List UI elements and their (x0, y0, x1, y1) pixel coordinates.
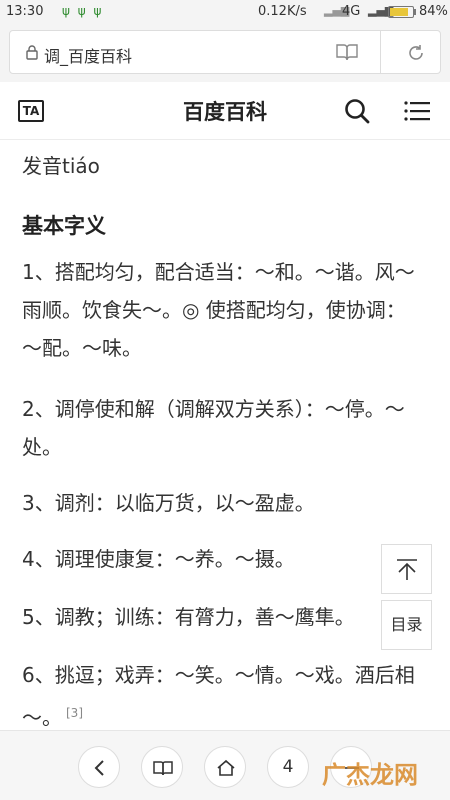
status-time: 13:30 (6, 4, 44, 19)
status-bar: 13:30 ψ ψ ψ 0.12K/s ▂▄▆ 4G ▂▄▆ 84% (0, 0, 450, 24)
definition-item: 5、调教；训练：有膂力，善～鹰隼。 (22, 605, 355, 629)
site-title[interactable]: 百度百科 (0, 96, 450, 126)
section-heading: 基本字义 (22, 214, 106, 238)
chevron-left-icon (94, 760, 104, 776)
network-speed: 0.12K/s (258, 4, 307, 19)
address-bar[interactable]: 调_百度百科 (9, 30, 441, 74)
lock-icon (26, 45, 38, 60)
tabs-button[interactable]: 4 (267, 746, 309, 788)
watermark-logo: 广杰龙网 (322, 761, 418, 789)
battery-tip (414, 9, 416, 15)
network-type: 4G (342, 4, 361, 19)
back-button[interactable] (78, 746, 120, 788)
definition-item-last: 6、挑逗；戏弄：～笑。～情。～戏。酒后相～。 [3] (22, 656, 422, 737)
bookmarks-button[interactable] (141, 746, 183, 788)
notification-icons: ψ ψ ψ (62, 4, 104, 18)
battery-icon (388, 6, 414, 18)
menu-icon[interactable] (404, 100, 430, 122)
home-icon (217, 759, 235, 776)
citation-link[interactable]: [3] (66, 706, 83, 720)
home-button[interactable] (204, 746, 246, 788)
definition-item: 3、调剂：以临万货，以～盈虚。 (22, 491, 315, 515)
search-icon[interactable] (344, 98, 370, 124)
definition-item: 2、调停使和解（调解双方关系）：～停。～处。 (22, 397, 405, 459)
battery-fill (390, 8, 408, 16)
url-text[interactable]: 调_百度百科 (44, 43, 132, 67)
book-icon (153, 761, 173, 776)
reload-icon[interactable] (406, 43, 426, 63)
toc-button[interactable]: 目录 (381, 600, 432, 650)
site-header: TA 百度百科 (0, 82, 450, 140)
address-divider (380, 31, 381, 73)
browser-toolbar: 调_百度百科 (0, 24, 450, 82)
arrow-up-icon (397, 559, 417, 580)
definition-item: 1、搭配均匀，配合适当：～和。～谐。风～雨顺。饮食失～。◎ 使搭配均匀，使协调：… (22, 260, 415, 360)
pronunciation: 发音tiáo (22, 154, 100, 178)
battery-percent: 84% (419, 4, 448, 19)
definition-item: 4、调理使康复：～养。～摄。 (22, 547, 295, 571)
reader-mode-icon[interactable] (336, 43, 358, 61)
back-to-top-button[interactable] (381, 544, 432, 594)
